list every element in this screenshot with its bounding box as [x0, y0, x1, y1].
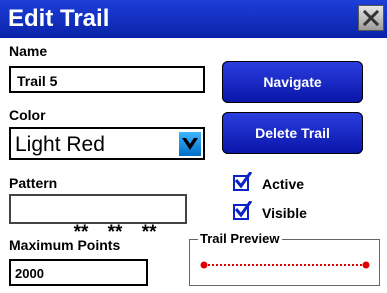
maximum-points-label: Maximum Points — [9, 237, 121, 253]
close-button[interactable] — [358, 5, 384, 31]
pattern-select[interactable]: ** ** ** — [9, 194, 187, 243]
close-icon — [362, 9, 380, 27]
checkmark-icon — [234, 201, 252, 218]
color-dropdown-button[interactable] — [179, 132, 201, 156]
name-field[interactable]: Trail 5 — [9, 66, 205, 93]
name-label: Name — [9, 43, 48, 59]
visible-label: Visible — [262, 205, 307, 221]
chevron-down-icon — [182, 138, 198, 150]
color-select[interactable]: Light Red — [9, 127, 205, 160]
active-checkbox[interactable] — [233, 172, 252, 191]
visible-checkbox[interactable] — [233, 201, 252, 220]
maximum-points-value: 2000 — [15, 266, 44, 281]
color-label: Color — [9, 107, 46, 123]
pattern-label: Pattern — [9, 175, 58, 191]
maximum-points-field[interactable]: 2000 — [9, 259, 148, 286]
title-bar: Edit Trail — [0, 0, 387, 38]
trail-preview-line — [200, 261, 370, 269]
name-value: Trail 5 — [17, 73, 58, 89]
checkmark-icon — [234, 172, 252, 189]
navigate-button-label: Navigate — [263, 74, 322, 90]
trail-preview-box: Trail Preview — [189, 231, 380, 286]
navigate-button[interactable]: Navigate — [222, 61, 363, 103]
active-label: Active — [262, 176, 305, 192]
color-value: Light Red — [15, 133, 105, 156]
window-title: Edit Trail — [8, 5, 110, 32]
delete-trail-button-label: Delete Trail — [255, 125, 330, 141]
delete-trail-button[interactable]: Delete Trail — [222, 112, 363, 154]
